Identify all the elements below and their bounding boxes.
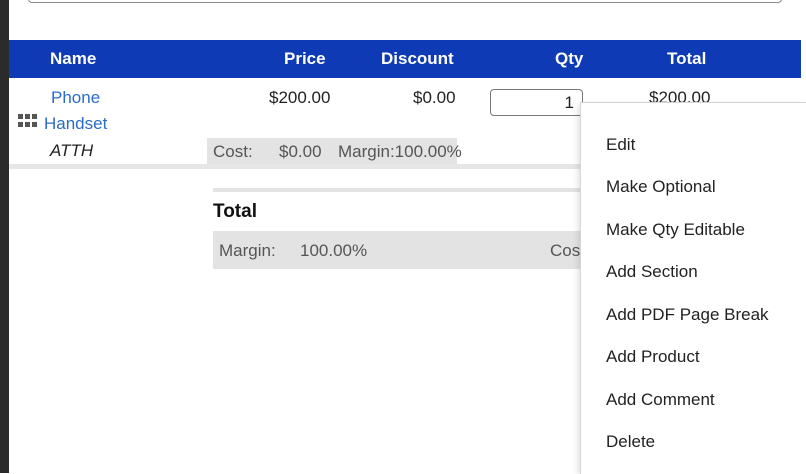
- header-price: Price: [284, 49, 326, 68]
- menu-item-delete[interactable]: Delete: [606, 432, 655, 452]
- row-price: $200.00: [269, 88, 331, 107]
- total-divider: [213, 188, 580, 192]
- table-header: Name Price Discount Qty Total: [9, 40, 801, 78]
- header-discount: Discount: [381, 49, 454, 68]
- menu-item-edit[interactable]: Edit: [606, 135, 635, 155]
- menu-item-make-qty-editable[interactable]: Make Qty Editable: [606, 220, 745, 240]
- row-divider: [9, 164, 580, 169]
- menu-item-add-comment[interactable]: Add Comment: [606, 390, 715, 410]
- header-total: Total: [667, 49, 707, 68]
- row-cost-label: Cost:: [213, 142, 253, 161]
- qty-input[interactable]: 1: [490, 89, 583, 116]
- summary-cost-label: Cos: [550, 241, 581, 260]
- summary-band: Margin: 100.00% Cos: [213, 231, 580, 269]
- row-cost-value: $0.00: [279, 142, 322, 161]
- total-title: Total: [213, 201, 257, 222]
- row-cost-band: Cost: $0.00 Margin:100.00%: [207, 138, 462, 164]
- left-window-edge: [0, 0, 9, 473]
- product-description: ATTH: [50, 141, 94, 160]
- header-name: Name: [50, 49, 97, 68]
- summary-margin-value: 100.00%: [300, 241, 368, 260]
- grip-icon[interactable]: [18, 114, 38, 128]
- row-discount: $0.00: [413, 88, 456, 107]
- product-name-link[interactable]: Phone: [51, 88, 100, 108]
- menu-item-add-section[interactable]: Add Section: [606, 262, 698, 282]
- product-name-link-line2[interactable]: Handset: [44, 114, 107, 134]
- header-qty: Qty: [555, 49, 584, 68]
- menu-item-make-optional[interactable]: Make Optional: [606, 177, 716, 197]
- row-margin: Margin:100.00%: [338, 142, 462, 161]
- summary-margin-label: Margin:: [219, 241, 276, 260]
- menu-item-add-product[interactable]: Add Product: [606, 347, 700, 367]
- top-field[interactable]: [28, 0, 782, 3]
- menu-item-add-pdf-page-break[interactable]: Add PDF Page Break: [606, 305, 769, 325]
- row-total: $200.00: [649, 88, 711, 102]
- context-menu: Edit Make Optional Make Qty Editable Add…: [580, 102, 806, 474]
